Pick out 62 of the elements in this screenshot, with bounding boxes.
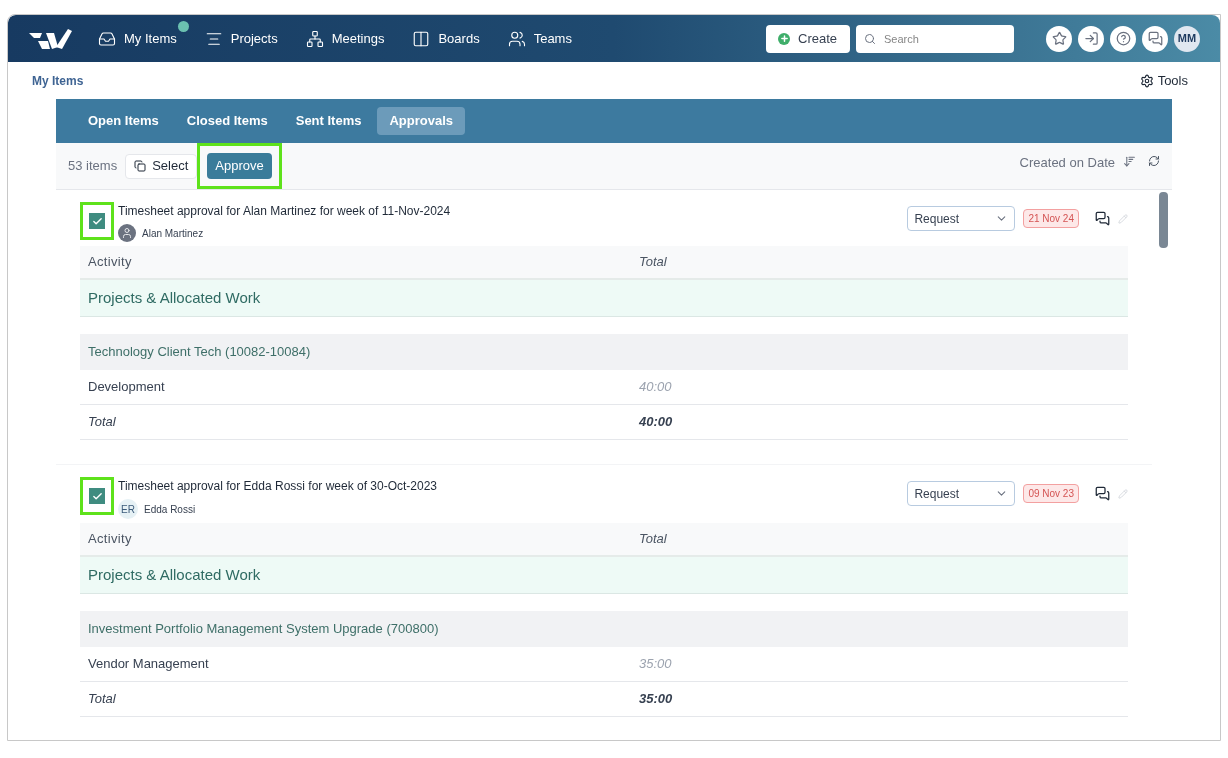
project-title: Technology Client Tech (10082-10084): [88, 343, 311, 362]
comments-icon[interactable]: [1095, 486, 1110, 501]
breadcrumb-link[interactable]: My Items: [32, 71, 84, 90]
activity-cell-text: Development: [88, 378, 166, 397]
chat-icon[interactable]: [1142, 25, 1168, 52]
check-icon: [91, 215, 103, 227]
status-dropdown[interactable]: Request: [907, 206, 1016, 231]
sort-label[interactable]: Created on Date: [1019, 153, 1115, 173]
column-header: Activity: [88, 530, 133, 549]
total-cell-text: 35:00: [639, 655, 672, 674]
checkbox[interactable]: [80, 477, 114, 515]
activity-cell-text: Total: [88, 690, 117, 709]
people-icon[interactable]: [507, 29, 526, 48]
person-name: Alan Martinez: [142, 226, 204, 241]
copy-icon: [134, 160, 147, 172]
tab[interactable]: Open Items: [76, 107, 171, 135]
tab[interactable]: Sent Items: [283, 107, 374, 135]
gear-icon: [1139, 73, 1154, 88]
total-cell-text: 40:00: [639, 413, 673, 432]
nav-link[interactable]: My Items: [124, 28, 177, 49]
item-count: 53 items: [68, 157, 118, 176]
due-date-badge: 21 Nov 24: [1023, 209, 1079, 228]
comments-icon[interactable]: [1095, 211, 1110, 226]
status-dropdown[interactable]: Request: [907, 481, 1016, 506]
network-icon[interactable]: [305, 29, 324, 48]
user-avatar[interactable]: MM: [1174, 25, 1200, 52]
refresh-icon[interactable]: [1148, 155, 1160, 167]
tools-button[interactable]: Tools: [1139, 70, 1188, 91]
item-title[interactable]: Timesheet approval for Edda Rossi for week of 30-Oct-2023: [118, 477, 904, 495]
select-button[interactable]: Select: [125, 153, 198, 179]
column-header: Total: [639, 253, 667, 272]
nav-link[interactable]: Meetings: [331, 28, 385, 49]
sort-icon[interactable]: [1123, 155, 1136, 168]
search-field[interactable]: Search: [856, 24, 1014, 53]
column-header: Total: [639, 530, 667, 549]
approve-button[interactable]: Approve: [207, 153, 272, 179]
create-button[interactable]: Create: [766, 24, 850, 53]
avatar-initials: ER: [118, 499, 138, 519]
activity-cell-text: Total: [88, 413, 117, 432]
person-name: Edda Rossi: [144, 502, 196, 517]
checkbox[interactable]: [80, 202, 114, 240]
nav-link[interactable]: Boards: [438, 28, 480, 49]
item-title[interactable]: Timesheet approval for Alan Martinez for week of 11-Nov-2024: [118, 202, 904, 220]
search-icon: [864, 32, 876, 45]
total-cell-text: 35:00: [639, 690, 673, 709]
scrollbar[interactable]: [1159, 192, 1168, 248]
project-title: Investment Portfolio Management System Upgrade (700800): [88, 620, 439, 639]
tab[interactable]: Closed Items: [174, 107, 280, 135]
nav-link[interactable]: Teams: [533, 28, 572, 49]
section-title: Projects & Allocated Work: [88, 287, 261, 308]
help-icon[interactable]: [1110, 25, 1136, 52]
section-title: Projects & Allocated Work: [88, 564, 261, 585]
sign-in-icon[interactable]: [1078, 25, 1104, 52]
due-date-badge: 09 Nov 23: [1023, 484, 1079, 503]
column-header: Activity: [88, 253, 133, 272]
columns-icon[interactable]: [412, 29, 431, 48]
logo-icon: [28, 26, 74, 51]
total-cell-text: 40:00: [639, 378, 672, 397]
check-icon: [91, 490, 103, 502]
inbox-icon[interactable]: [98, 29, 116, 48]
activity-cell-text: Vendor Management: [88, 655, 210, 674]
nav-link[interactable]: Projects: [230, 28, 278, 49]
